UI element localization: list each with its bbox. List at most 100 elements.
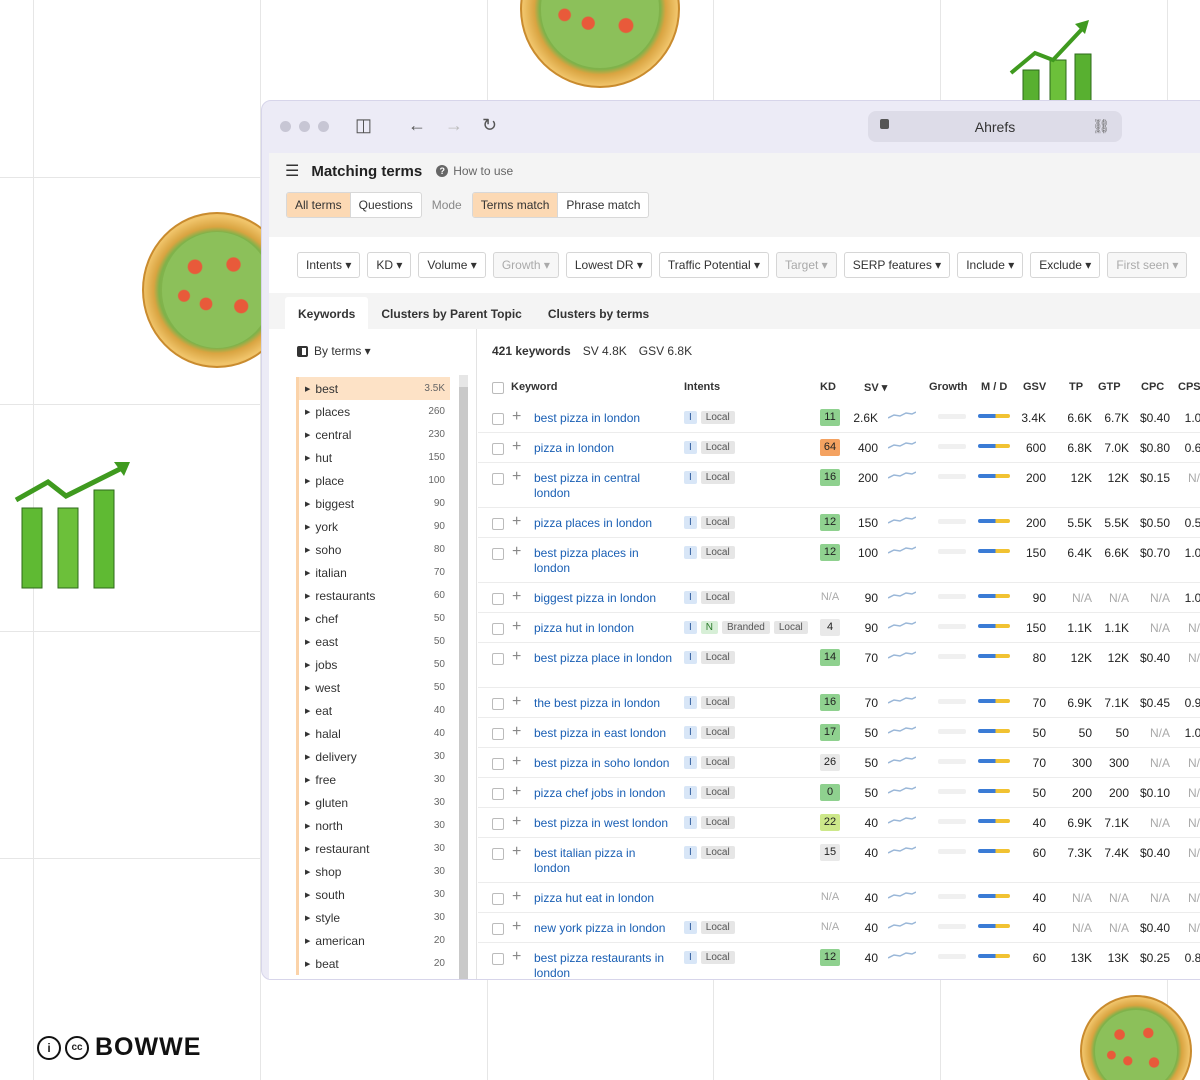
filter-dropdown[interactable]: Target ▾ <box>775 252 837 278</box>
row-checkbox[interactable] <box>492 473 504 485</box>
term-item[interactable]: ▶ east 50 <box>296 630 450 653</box>
col-cpc[interactable]: CPC <box>1141 381 1164 393</box>
how-to-use-link[interactable]: ? How to use <box>436 164 513 178</box>
tab-clusters-parent-topic[interactable]: Clusters by Parent Topic <box>368 297 534 333</box>
term-item[interactable]: ▶ york 90 <box>296 515 450 538</box>
term-item[interactable]: ▶ style 30 <box>296 906 450 929</box>
keyword-link[interactable]: best pizza places in london <box>534 546 674 576</box>
add-icon[interactable]: + <box>512 753 521 771</box>
term-item[interactable]: ▶ beat 20 <box>296 952 450 975</box>
expand-icon[interactable]: ▶ <box>305 661 310 669</box>
col-gtp[interactable]: GTP <box>1098 381 1121 393</box>
col-keyword[interactable]: Keyword <box>511 381 557 393</box>
term-item[interactable]: ▶ soho 80 <box>296 538 450 561</box>
add-icon[interactable]: + <box>512 918 521 936</box>
expand-icon[interactable]: ▶ <box>305 523 310 531</box>
phrase-match-button[interactable]: Phrase match <box>558 193 648 217</box>
expand-icon[interactable]: ▶ <box>305 546 310 554</box>
link-icon[interactable]: ⛓ <box>1092 118 1110 135</box>
add-icon[interactable]: + <box>512 948 521 966</box>
term-item[interactable]: ▶ places 260 <box>296 400 450 423</box>
expand-icon[interactable]: ▶ <box>305 638 310 646</box>
expand-icon[interactable]: ▶ <box>305 569 310 577</box>
forward-icon[interactable]: → <box>445 115 463 136</box>
terms-match-button[interactable]: Terms match <box>472 193 559 217</box>
keyword-link[interactable]: new york pizza in london <box>534 921 674 936</box>
add-icon[interactable]: + <box>512 468 521 486</box>
expand-icon[interactable]: ▶ <box>305 454 310 462</box>
keyword-link[interactable]: best pizza in west london <box>534 816 674 831</box>
expand-icon[interactable]: ▶ <box>305 960 310 968</box>
term-item[interactable]: ▶ jobs 50 <box>296 653 450 676</box>
add-icon[interactable]: + <box>512 648 521 666</box>
add-icon[interactable]: + <box>512 843 521 861</box>
col-intents[interactable]: Intents <box>684 381 720 393</box>
term-item[interactable]: ▶ place 100 <box>296 469 450 492</box>
expand-icon[interactable]: ▶ <box>305 477 310 485</box>
row-checkbox[interactable] <box>492 788 504 800</box>
window-dot[interactable] <box>318 120 329 132</box>
term-item[interactable]: ▶ west 50 <box>296 676 450 699</box>
row-checkbox[interactable] <box>492 893 504 905</box>
back-icon[interactable]: ← <box>408 115 426 136</box>
reload-icon[interactable]: ↻ <box>482 115 497 136</box>
expand-icon[interactable]: ▶ <box>305 937 310 945</box>
term-item[interactable]: ▶ eat 40 <box>296 699 450 722</box>
row-checkbox[interactable] <box>492 818 504 830</box>
expand-icon[interactable]: ▶ <box>305 891 310 899</box>
row-checkbox[interactable] <box>492 728 504 740</box>
row-checkbox[interactable] <box>492 698 504 710</box>
term-item[interactable]: ▶ restaurant 30 <box>296 837 450 860</box>
term-item[interactable]: ▶ american 20 <box>296 929 450 952</box>
tab-keywords[interactable]: Keywords <box>285 297 369 333</box>
sidebar-scrollbar[interactable] <box>459 375 468 979</box>
expand-icon[interactable]: ▶ <box>305 753 310 761</box>
add-icon[interactable]: + <box>512 723 521 741</box>
keyword-link[interactable]: best pizza place in london <box>534 651 674 666</box>
expand-icon[interactable]: ▶ <box>305 592 310 600</box>
row-checkbox[interactable] <box>492 953 504 965</box>
keyword-link[interactable]: pizza hut in london <box>534 621 674 636</box>
term-item[interactable]: ▶ hut 150 <box>296 446 450 469</box>
questions-button[interactable]: Questions <box>351 193 421 217</box>
term-item[interactable]: ▶ delivery 30 <box>296 745 450 768</box>
add-icon[interactable]: + <box>512 543 521 561</box>
expand-icon[interactable]: ▶ <box>305 615 310 623</box>
keyword-link[interactable]: best pizza in london <box>534 411 674 426</box>
keyword-link[interactable]: pizza chef jobs in london <box>534 786 674 801</box>
expand-icon[interactable]: ▶ <box>305 914 310 922</box>
expand-icon[interactable]: ▶ <box>305 822 310 830</box>
term-item[interactable]: ▶ north 30 <box>296 814 450 837</box>
keyword-link[interactable]: pizza hut eat in london <box>534 891 674 906</box>
term-item[interactable]: ▶ biggest 90 <box>296 492 450 515</box>
add-icon[interactable]: + <box>512 618 521 636</box>
tab-clusters-terms[interactable]: Clusters by terms <box>535 297 662 333</box>
term-item[interactable]: ▶ free 30 <box>296 768 450 791</box>
term-item[interactable]: ▶ south 30 <box>296 883 450 906</box>
filter-dropdown[interactable]: SERP features ▾ <box>843 252 951 278</box>
col-growth[interactable]: Growth <box>929 381 968 393</box>
row-checkbox[interactable] <box>492 848 504 860</box>
expand-icon[interactable]: ▶ <box>305 845 310 853</box>
filter-dropdown[interactable]: First seen ▾ <box>1107 252 1188 278</box>
expand-icon[interactable]: ▶ <box>305 707 310 715</box>
select-all-checkbox[interactable] <box>492 382 504 394</box>
add-icon[interactable]: + <box>512 588 521 606</box>
expand-icon[interactable]: ▶ <box>305 385 310 393</box>
add-icon[interactable]: + <box>512 888 521 906</box>
term-item[interactable]: ▶ italian 70 <box>296 561 450 584</box>
expand-icon[interactable]: ▶ <box>305 684 310 692</box>
row-checkbox[interactable] <box>492 518 504 530</box>
term-item[interactable]: ▶ shop 30 <box>296 860 450 883</box>
row-checkbox[interactable] <box>492 593 504 605</box>
expand-icon[interactable]: ▶ <box>305 868 310 876</box>
col-gsv[interactable]: GSV <box>1023 381 1046 393</box>
row-checkbox[interactable] <box>492 923 504 935</box>
filter-dropdown[interactable]: KD ▾ <box>367 252 412 278</box>
add-icon[interactable]: + <box>512 513 521 531</box>
expand-icon[interactable]: ▶ <box>305 776 310 784</box>
add-icon[interactable]: + <box>512 438 521 456</box>
expand-icon[interactable]: ▶ <box>305 730 310 738</box>
filter-dropdown[interactable]: Exclude ▾ <box>1030 252 1101 278</box>
scrollbar-thumb[interactable] <box>459 387 468 979</box>
